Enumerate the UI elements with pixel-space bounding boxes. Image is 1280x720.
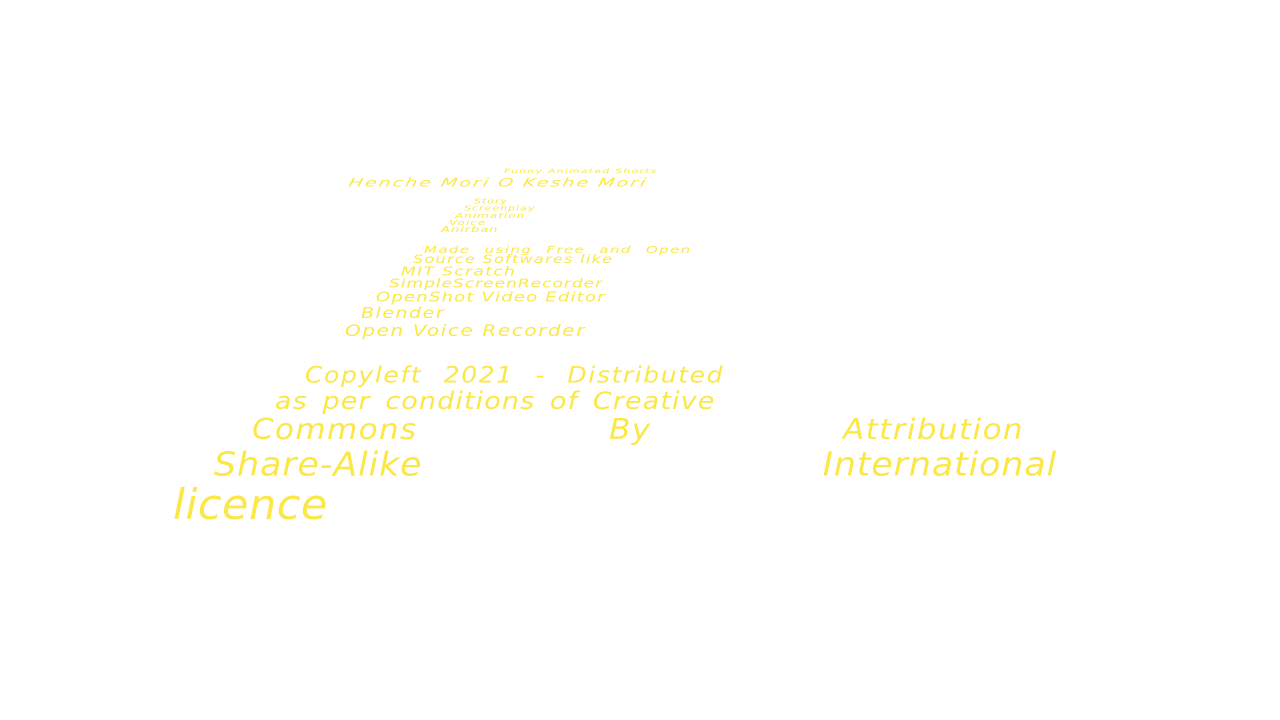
license-line2: as per conditions of Creative xyxy=(275,387,716,416)
license-word-by: By xyxy=(609,413,652,447)
tool-open-voice-recorder: Open Voice Recorder xyxy=(345,320,587,341)
license-line1: Copyleft 2021 - Distributed xyxy=(305,362,725,388)
tool-openshot: OpenShot Video Editor xyxy=(376,289,606,306)
license-word-attribution: Attribution xyxy=(843,413,1024,447)
license-line3: Commons By Attribution xyxy=(252,416,1024,445)
tool-blender: Blender xyxy=(361,304,446,322)
license-line5: licence xyxy=(173,481,328,530)
license-word-commons: Commons xyxy=(252,413,418,447)
film-title: Henche Mori O Keshe Mori xyxy=(347,175,649,190)
license-word-international: International xyxy=(822,446,1057,485)
license-word-share-alike: Share-Alike xyxy=(214,446,423,485)
series-name: Funny Animated Shorts xyxy=(502,167,659,175)
made-with-intro-line2: Source Softwares like xyxy=(413,252,614,266)
credits-scroll: Funny Animated Shorts Henche Mori O Kesh… xyxy=(0,0,1280,720)
author-name: Anirban xyxy=(441,225,499,235)
license-line4: Share-Alike International xyxy=(214,449,1057,482)
